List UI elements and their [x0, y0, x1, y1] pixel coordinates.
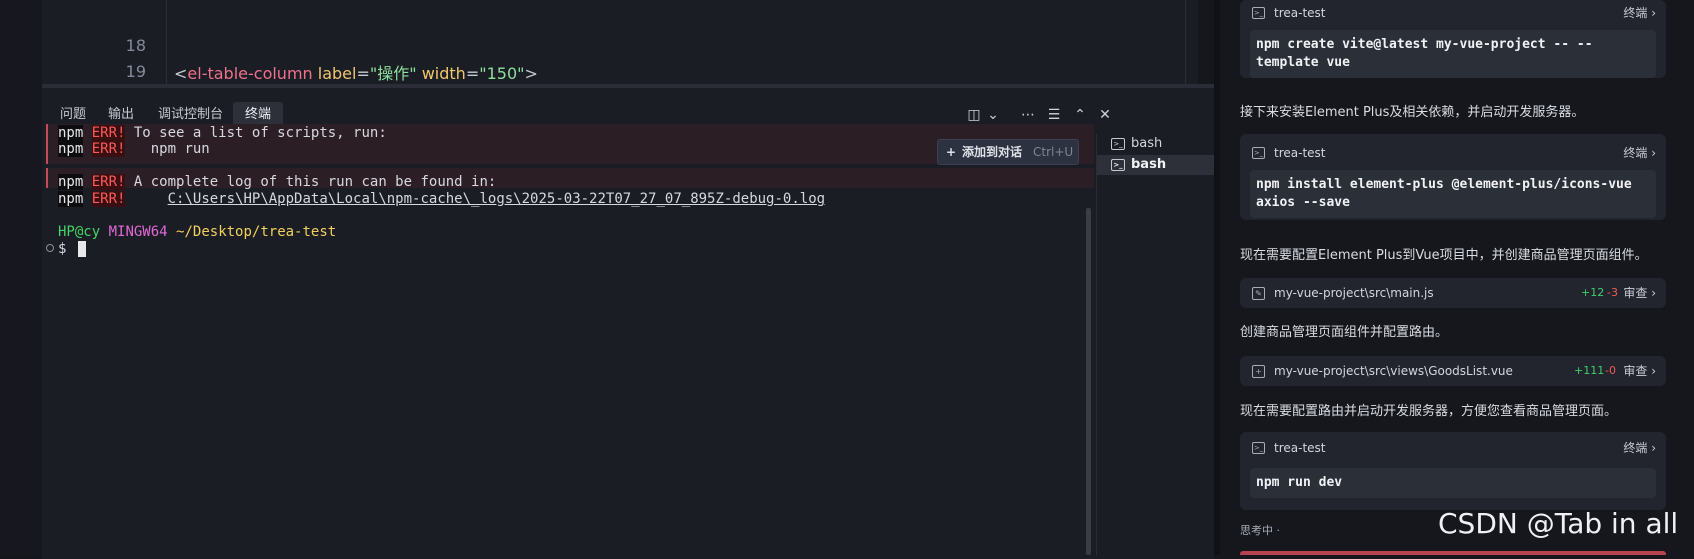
card-title: trea-test	[1274, 146, 1326, 160]
add-to-chat-label: 添加到对话	[962, 145, 1023, 159]
more-icon[interactable]: ⋯	[1018, 105, 1038, 125]
plus-icon: +	[946, 145, 957, 159]
review-button[interactable]: 审查 ›	[1623, 278, 1656, 308]
lines-added: +12	[1581, 286, 1605, 299]
command-text[interactable]: npm create vite@latest my-vue-project --…	[1250, 30, 1656, 78]
card-header: >_ trea-test 终端 ›	[1240, 435, 1666, 461]
code-line-20: 20 <el-button size="small" :icon="Edit" …	[42, 56, 1198, 84]
add-file-icon: +	[1252, 365, 1265, 378]
terminal-prompt: HP@cy MINGW64 ~/Desktop/trea-test	[58, 224, 337, 240]
file-path: my-vue-project\src\views\GoodsList.vue	[1274, 364, 1513, 378]
file-change-card[interactable]: ✎ my-vue-project\src\main.js +12 -3 审查 ›	[1240, 278, 1666, 308]
terminal-command-card: >_ trea-test 终端 › npm run dev	[1240, 432, 1666, 510]
log-file-link[interactable]: C:\Users\HP\AppData\Local\npm-cache\_log…	[168, 191, 825, 207]
terminal-cursor	[78, 241, 86, 257]
shortcut-hint: Ctrl+U	[1033, 145, 1074, 159]
card-header: >_ trea-test 终端 ›	[1240, 140, 1666, 166]
terminal-session-item[interactable]: >_ bash	[1097, 155, 1215, 175]
assistant-message: 现在需要配置路由并启动开发服务器，方便您查看商品管理页面。	[1240, 404, 1618, 419]
code-line-19: 19 <template #default="scope">	[42, 30, 1198, 81]
command-text[interactable]: npm install element-plus @element-plus/i…	[1250, 170, 1656, 218]
file-change-card[interactable]: + my-vue-project\src\views\GoodsList.vue…	[1240, 356, 1666, 386]
chevron-right-icon: ›	[1651, 441, 1656, 455]
lines-removed: -3	[1607, 286, 1618, 299]
command-status-icon[interactable]	[46, 244, 54, 252]
session-name: bash	[1131, 157, 1167, 172]
terminal-scrollbar[interactable]	[1086, 208, 1091, 555]
open-terminal-link[interactable]: 终端 ›	[1623, 0, 1656, 26]
left-gutter	[0, 0, 42, 555]
terminal-session-item[interactable]: >_ bash	[1097, 134, 1215, 154]
split-layout-icon[interactable]: ◫	[964, 105, 984, 125]
session-name: bash	[1131, 136, 1163, 151]
lines-removed: -0	[1605, 364, 1616, 377]
chevron-up-icon[interactable]: ⌃	[1070, 105, 1090, 125]
card-header: >_ trea-test 终端 ›	[1240, 0, 1666, 26]
ai-chat-panel: >_ trea-test 终端 › npm create vite@latest…	[1220, 0, 1694, 555]
edit-icon: ✎	[1252, 287, 1265, 300]
terminal-icon: >_	[1252, 147, 1265, 159]
terminal-line: npm ERR! C:\Users\HP\AppData\Local\npm-c…	[58, 191, 826, 207]
close-icon[interactable]: ✕	[1095, 105, 1115, 125]
thinking-status: 思考中 ·	[1240, 524, 1280, 537]
terminal-icon: >_	[1252, 442, 1265, 454]
terminal-icon: >_	[1111, 138, 1125, 150]
assistant-message: 创建商品管理页面组件并配置路由。	[1240, 325, 1449, 340]
terminal-icon: >_	[1252, 7, 1265, 19]
terminal-session-list: >_ bash >_ bash	[1096, 134, 1215, 555]
chevron-right-icon: ›	[1651, 6, 1656, 20]
review-button[interactable]: 审查 ›	[1623, 356, 1656, 386]
input-box-edge[interactable]	[1240, 551, 1666, 555]
settings-sliders-icon[interactable]: ☰	[1044, 105, 1064, 125]
chevron-right-icon: ›	[1651, 364, 1656, 378]
assistant-message: 接下来安装Element Plus及相关依赖，并启动开发服务器。	[1240, 105, 1585, 120]
code-editor[interactable]: 18 <el-table-column label="操作" width="15…	[42, 0, 1198, 84]
panel-tab-bar: 问题 输出 调试控制台 终端 ◫ ⌄ ⋯ ☰ ⌃ ✕	[42, 92, 1214, 128]
open-terminal-link[interactable]: 终端 ›	[1623, 435, 1656, 461]
terminal-input-line[interactable]: $	[58, 240, 66, 258]
chevron-right-icon: ›	[1651, 146, 1656, 160]
watermark: CSDN @Tab in all	[1438, 507, 1679, 540]
code-line-18: 18 <el-table-column label="操作" width="15…	[42, 4, 1198, 83]
open-terminal-link[interactable]: 终端 ›	[1623, 140, 1656, 166]
terminal-command-card: >_ trea-test 终端 › npm install element-pl…	[1240, 134, 1666, 220]
card-title: trea-test	[1274, 441, 1326, 455]
terminal-line: npm ERR! A complete log of this run can …	[58, 174, 497, 190]
command-text[interactable]: npm run dev	[1250, 468, 1656, 498]
terminal-command-card: >_ trea-test 终端 › npm create vite@latest…	[1240, 0, 1666, 78]
indent-guide	[166, 0, 167, 84]
terminal-icon: >_	[1111, 159, 1125, 171]
terminal-line: npm ERR! npm run	[58, 141, 210, 157]
chevron-right-icon: ›	[1651, 286, 1656, 300]
add-to-chat-button[interactable]: + 添加到对话 Ctrl+U	[937, 139, 1079, 165]
lines-added: +111	[1574, 364, 1605, 377]
editor-scroll-track[interactable]	[1185, 0, 1186, 84]
assistant-message: 现在需要配置Element Plus到Vue项目中，并创建商品管理页面组件。	[1240, 248, 1648, 263]
terminal-output[interactable]: npm ERR! To see a list of scripts, run: …	[42, 124, 1094, 555]
file-path: my-vue-project\src\main.js	[1274, 286, 1434, 300]
chevron-down-icon[interactable]: ⌄	[983, 105, 1003, 125]
card-title: trea-test	[1274, 6, 1326, 20]
